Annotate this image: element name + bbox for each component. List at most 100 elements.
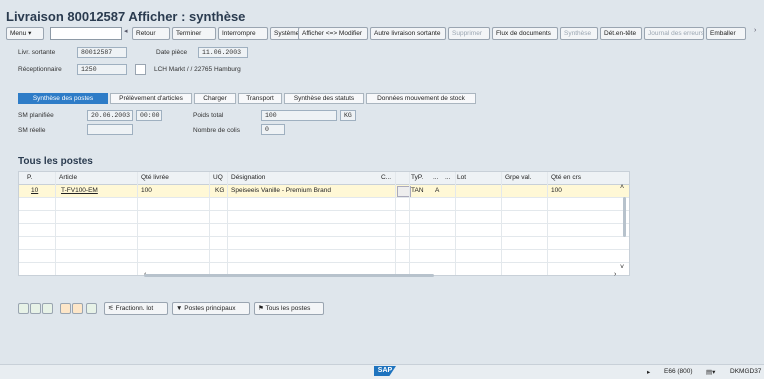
pack-button[interactable]: Emballer: [706, 27, 746, 40]
batch-split-label: Fractionn. lot: [115, 305, 154, 312]
items-table: P. Article Qté livrée UQ Désignation C..…: [18, 171, 630, 276]
table-header: P. Article Qté livrée UQ Désignation C..…: [19, 172, 629, 185]
col-uom[interactable]: UQ: [213, 174, 223, 181]
col-type[interactable]: TyP.: [411, 174, 423, 181]
copy-icon[interactable]: [42, 303, 53, 314]
tab-status-overview[interactable]: Synthèse des statuts: [284, 93, 364, 104]
total-weight-field[interactable]: 100: [261, 110, 337, 121]
table-row[interactable]: [19, 250, 629, 263]
command-field[interactable]: [50, 27, 122, 40]
vertical-scroll-thumb[interactable]: [623, 197, 626, 237]
horizontal-scroll-thumb[interactable]: [144, 274, 434, 277]
error-log-button[interactable]: Journal des erreurs: [644, 27, 704, 40]
scroll-down-icon[interactable]: ˅: [620, 264, 624, 271]
table-row[interactable]: [19, 211, 629, 224]
header-detail-button[interactable]: Dét.en-tête: [600, 27, 642, 40]
deselect-all-icon[interactable]: [30, 303, 41, 314]
table-row[interactable]: [19, 224, 629, 237]
table-row[interactable]: [19, 237, 629, 250]
col-open[interactable]: Qté en crs: [551, 174, 581, 181]
system-info[interactable]: E66 (800): [664, 368, 693, 375]
address-icon[interactable]: [135, 64, 146, 75]
tab-picking[interactable]: Prélèvement d'articles: [110, 93, 192, 104]
sm-actual-date-field[interactable]: [87, 124, 133, 135]
col-divider: [137, 172, 138, 275]
doc-date-label: Date pièce: [156, 49, 188, 56]
other-delivery-button[interactable]: Autre livraison sortante: [370, 27, 446, 40]
all-items-icon: ⚑: [258, 305, 266, 312]
cell-material[interactable]: T-FV100-EM: [61, 187, 98, 194]
recipient-field[interactable]: 1250: [77, 64, 127, 75]
col-divider: [209, 172, 210, 275]
tab-item-overview[interactable]: Synthèse des postes: [18, 93, 108, 104]
all-items-label: Tous les postes: [265, 305, 311, 312]
window-title: Livraison 80012587 Afficher : synthèse: [6, 9, 246, 24]
batch-split-button[interactable]: ⚟ Fractionn. lot: [104, 302, 168, 315]
system-label: Système: [274, 30, 300, 37]
undo-icon[interactable]: [72, 303, 83, 314]
cell-a: A: [435, 187, 440, 194]
select-all-icon[interactable]: [18, 303, 29, 314]
menu-button[interactable]: Menu ▾: [6, 27, 44, 40]
col-divider: [501, 172, 502, 275]
scroll-right-icon[interactable]: ›: [614, 271, 616, 278]
recipient-name: LCH Markt / / 22765 Hamburg: [154, 66, 241, 73]
status-menu-icon[interactable]: ▤▾: [706, 368, 715, 376]
cell-type: TAN: [411, 187, 424, 194]
packages-field[interactable]: 0: [261, 124, 285, 135]
main-items-label: Postes principaux: [184, 305, 236, 312]
col-a[interactable]: ...: [433, 174, 438, 181]
detail-icon[interactable]: [86, 303, 97, 314]
col-item[interactable]: P.: [27, 174, 32, 181]
col-divider: [55, 172, 56, 275]
tab-loading[interactable]: Charger: [194, 93, 236, 104]
delete-button[interactable]: Supprimer: [448, 27, 490, 40]
doc-flow-button[interactable]: Flux de documents: [492, 27, 558, 40]
interrupt-button[interactable]: Interrompre: [218, 27, 268, 40]
back-button[interactable]: Retour: [132, 27, 170, 40]
batch-split-icon: ⚟: [108, 305, 116, 312]
section-title: Tous les postes: [18, 156, 93, 167]
cell-item[interactable]: 10: [31, 187, 38, 194]
tab-transport[interactable]: Transport: [238, 93, 282, 104]
all-items-button[interactable]: ⚑ Tous les postes: [254, 302, 324, 315]
filter-icon: ▼: [176, 305, 185, 312]
col-desc[interactable]: Désignation: [231, 174, 265, 181]
col-material[interactable]: Article: [59, 174, 77, 181]
table-row[interactable]: [19, 198, 629, 211]
delivery-label: Livr. sortante: [18, 49, 56, 56]
total-weight-label: Poids total: [193, 112, 224, 119]
col-lot[interactable]: Lot: [457, 174, 466, 181]
main-items-button[interactable]: ▼ Postes principaux: [172, 302, 250, 315]
cell-qty: 100: [141, 187, 152, 194]
sm-planned-label: SM planifiée: [18, 112, 54, 119]
sm-planned-time-field[interactable]: 00:00: [136, 110, 162, 121]
col-qty[interactable]: Qté livrée: [141, 174, 169, 181]
sm-planned-date-field[interactable]: 20.06.2003: [87, 110, 133, 121]
more-chevron-icon[interactable]: ›: [754, 27, 756, 34]
back-arrow-icon[interactable]: ◂: [124, 27, 128, 35]
doc-date-field[interactable]: 11.06.2003: [198, 47, 248, 58]
col-divider: [409, 172, 410, 275]
delete-item-icon[interactable]: [60, 303, 71, 314]
weight-unit-field[interactable]: KG: [340, 110, 356, 121]
delivery-field[interactable]: 80012587: [77, 47, 127, 58]
vertical-scrollbar[interactable]: [622, 187, 627, 267]
horizontal-scrollbar[interactable]: [130, 273, 608, 278]
tab-goods-movement[interactable]: Données mouvement de stock: [366, 93, 476, 104]
col-b[interactable]: ...: [445, 174, 450, 181]
cell-open: 100: [551, 187, 562, 194]
synthesis-button[interactable]: Synthèse: [560, 27, 598, 40]
status-expand-icon[interactable]: ▸: [647, 368, 650, 376]
col-divider: [395, 172, 396, 275]
display-modify-button[interactable]: Afficher <=> Modifier: [298, 27, 368, 40]
recipient-label: Réceptionnaire: [18, 66, 62, 73]
col-divider: [547, 172, 548, 275]
col-c[interactable]: C...: [381, 174, 391, 181]
finish-button[interactable]: Terminer: [172, 27, 216, 40]
col-divider: [227, 172, 228, 275]
col-val[interactable]: Grpe val.: [505, 174, 531, 181]
packages-label: Nombre de colis: [193, 127, 240, 134]
table-row[interactable]: 10 T-FV100-EM 100 KG Speiseeis Vanille -…: [19, 185, 629, 198]
col-divider: [455, 172, 456, 275]
